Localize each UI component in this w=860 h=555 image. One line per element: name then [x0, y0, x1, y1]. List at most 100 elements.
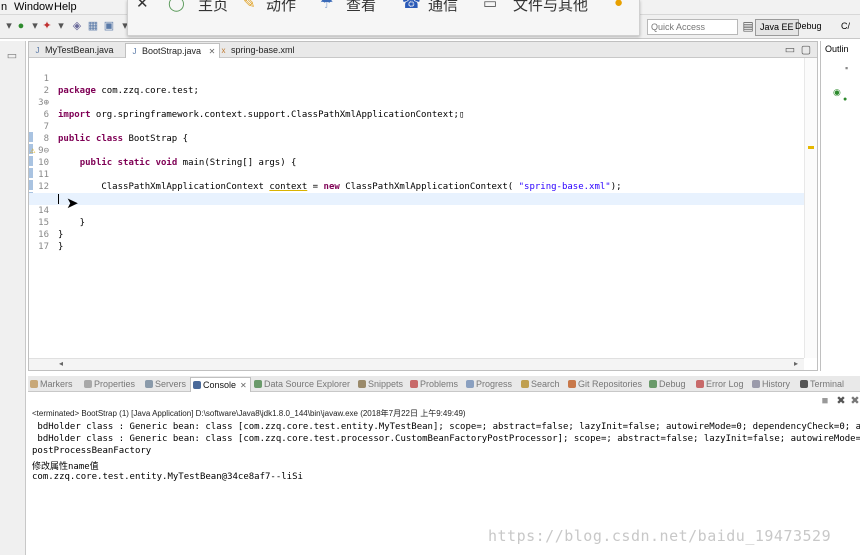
- editor-vertical-scrollbar[interactable]: [804, 58, 817, 358]
- console-line: bdHolder class : Generic bean: class [co…: [32, 434, 860, 444]
- tab-snippets[interactable]: Snippets: [356, 377, 406, 392]
- error-log-icon: [696, 380, 704, 388]
- external-tools-icon[interactable]: ✦: [40, 19, 54, 33]
- code-line: 16 }: [29, 217, 804, 252]
- tab-git-repositories[interactable]: Git Repositories: [566, 377, 645, 392]
- new-package-icon[interactable]: ▦: [86, 19, 100, 33]
- package-icon: ▪: [845, 63, 849, 73]
- tab-label: Debug: [659, 379, 686, 389]
- properties-icon: [84, 380, 92, 388]
- console-line: postProcessBeanFactory: [32, 446, 152, 456]
- code-line: 2: [29, 73, 804, 96]
- tab-servers[interactable]: Servers: [143, 377, 189, 392]
- perspective-label: C/: [841, 21, 850, 31]
- perspective-debug[interactable]: Debug: [791, 19, 826, 36]
- tab-terminal[interactable]: Terminal: [798, 377, 847, 392]
- phone-icon[interactable]: ☎: [402, 0, 421, 12]
- tab-data-source-explorer[interactable]: Data Source Explorer: [252, 377, 353, 392]
- document-icon[interactable]: ▭: [483, 0, 497, 12]
- data-source-icon: [254, 380, 262, 388]
- new-server-icon[interactable]: ◈: [70, 19, 84, 33]
- close-icon[interactable]: ✕: [240, 381, 247, 390]
- tab-bootstrap[interactable]: J BootStrap.java ✕: [125, 43, 221, 58]
- minimize-icon[interactable]: ▭: [783, 43, 797, 57]
- close-icon[interactable]: ✕: [136, 0, 149, 12]
- code-line: 12 System.out.println(context.getBean("m…: [29, 169, 804, 204]
- overlay-item-action[interactable]: 动作: [266, 0, 296, 15]
- code-line: 7 public class BootStrap {: [29, 109, 804, 144]
- capture-toolbar-overlay: ✕ ◯ 主页 ✎ 动作 ☂ 查看 ☎ 通信 ▭ 文件与其他 ●: [127, 0, 640, 36]
- scroll-left-icon[interactable]: ◂: [59, 359, 63, 368]
- tab-markers[interactable]: Markers: [28, 377, 76, 392]
- tab-search[interactable]: Search: [519, 377, 563, 392]
- tab-label: Snippets: [368, 379, 404, 389]
- tab-label: Properties: [94, 379, 136, 389]
- editor-horizontal-scrollbar[interactable]: ◂ ▸: [29, 358, 804, 370]
- outline-tab[interactable]: Outlin: [825, 44, 849, 54]
- code-line: 9⊖ public static void main(String[] args…: [29, 133, 804, 168]
- code-line: 1 package com.zzq.core.test;: [29, 61, 804, 96]
- tab-debug[interactable]: Debug: [647, 377, 689, 392]
- class-icon[interactable]: ◉: [833, 87, 841, 98]
- tab-label: Git Repositories: [578, 379, 643, 389]
- chevron-down-icon[interactable]: ▾: [54, 19, 68, 33]
- method-icon[interactable]: ●: [843, 96, 847, 103]
- code-line-current: 14 }: [29, 193, 804, 228]
- new-class-icon[interactable]: ▣: [102, 19, 116, 33]
- open-perspective-icon[interactable]: ▤: [741, 19, 755, 33]
- watermark: https://blog.csdn.net/baidu_19473529: [488, 527, 832, 545]
- tab-mytestbean[interactable]: J MyTestBean.java: [29, 43, 118, 58]
- tab-label: Search: [531, 379, 560, 389]
- tab-problems[interactable]: Problems: [408, 377, 461, 392]
- code-line: 13: [29, 181, 804, 204]
- tab-label: History: [762, 379, 791, 389]
- restore-icon[interactable]: ▭: [5, 49, 19, 63]
- console-line: bdHolder class : Generic bean: class [co…: [32, 422, 860, 432]
- left-trim-bar: ▭: [0, 41, 26, 555]
- code-editor[interactable]: 1 package com.zzq.core.test; 2 3⊕ import…: [29, 58, 804, 358]
- action-icon[interactable]: ✎: [243, 0, 256, 12]
- code-line: 3⊕ import org.springframework.context.su…: [29, 85, 804, 120]
- code-line: 10 ⚠ ClassPathXmlApplicationContext cont…: [29, 145, 804, 192]
- tab-console[interactable]: Console ✕: [190, 377, 251, 392]
- overlay-item-view[interactable]: 查看: [346, 0, 376, 15]
- remove-all-icon[interactable]: ✖: [848, 394, 860, 408]
- emoji-icon[interactable]: ●: [614, 0, 623, 11]
- tab-label: Progress: [476, 379, 513, 389]
- run-icon[interactable]: ●: [14, 19, 28, 33]
- tab-error-log[interactable]: Error Log: [694, 377, 747, 392]
- tab-spring-base[interactable]: x spring-base.xml: [215, 43, 299, 58]
- tab-properties[interactable]: Properties: [82, 377, 138, 392]
- view-icon[interactable]: ☂: [320, 0, 333, 12]
- tab-label: BootStrap.java: [142, 46, 202, 56]
- warning-icon[interactable]: ⚠: [30, 145, 35, 157]
- terminate-icon[interactable]: ■: [818, 394, 832, 408]
- overlay-item-home[interactable]: 主页: [198, 0, 228, 15]
- quick-access-input[interactable]: Quick Access: [647, 19, 738, 35]
- home-icon[interactable]: ◯: [168, 0, 185, 12]
- scroll-right-icon[interactable]: ▸: [794, 359, 798, 368]
- tab-history[interactable]: History: [750, 377, 793, 392]
- java-file-icon: J: [35, 46, 40, 55]
- tab-label: Data Source Explorer: [264, 379, 351, 389]
- warning-marker[interactable]: [808, 146, 814, 149]
- snippets-icon: [358, 380, 366, 388]
- tab-progress[interactable]: Progress: [464, 377, 515, 392]
- maximize-icon[interactable]: ▢: [799, 43, 813, 57]
- menu-item-window[interactable]: Window: [14, 1, 53, 13]
- overlay-item-comm[interactable]: 通信: [428, 0, 458, 15]
- mouse-pointer-icon: ➤: [66, 195, 79, 212]
- overlay-item-files[interactable]: 文件与其他: [513, 0, 588, 15]
- progress-icon: [466, 380, 474, 388]
- markers-icon: [30, 380, 38, 388]
- java-file-icon: J: [132, 47, 137, 56]
- remove-launch-icon[interactable]: ✖: [834, 394, 848, 408]
- console-line: com.zzq.core.test.entity.MyTestBean@34ce…: [32, 472, 303, 482]
- menu-item-help[interactable]: Help: [54, 1, 77, 13]
- outline-view: Outlin ▪ ◉ ●: [820, 41, 860, 371]
- tab-label: Markers: [40, 379, 73, 389]
- menu-item-n[interactable]: n: [1, 1, 7, 13]
- search-icon: [521, 380, 529, 388]
- editor-area: J MyTestBean.java J BootStrap.java ✕ x s…: [28, 41, 818, 371]
- perspective-cpp[interactable]: C/: [837, 19, 854, 36]
